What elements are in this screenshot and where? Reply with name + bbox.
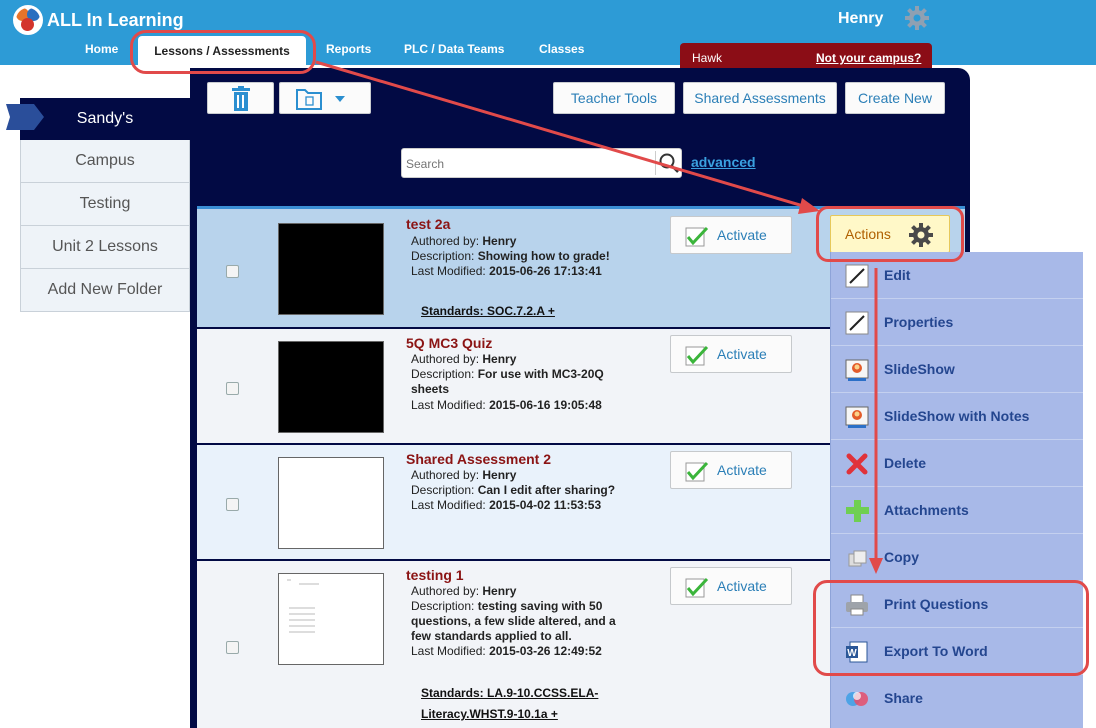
menu-delete[interactable]: Delete bbox=[831, 440, 1083, 487]
menu-label: Share bbox=[884, 690, 923, 706]
menu-label: Attachments bbox=[884, 502, 969, 518]
campus-name: Hawk bbox=[692, 51, 723, 65]
search-box bbox=[401, 148, 682, 179]
delete-trash-button[interactable] bbox=[207, 82, 274, 114]
activate-label: Activate bbox=[717, 346, 767, 362]
menu-slideshow[interactable]: SlideShow bbox=[831, 346, 1083, 393]
item-author: Authored by: Henry bbox=[411, 352, 517, 366]
folder-unit-2-lessons[interactable]: Unit 2 Lessons bbox=[20, 226, 190, 269]
menu-label: SlideShow with Notes bbox=[884, 408, 1030, 424]
item-description: Description: For use with MC3-20Q sheets bbox=[411, 367, 604, 396]
not-your-campus-link[interactable]: Not your campus? bbox=[816, 51, 921, 65]
item-title[interactable]: testing 1 bbox=[406, 567, 464, 583]
item-modified: Last Modified: 2015-06-16 19:05:48 bbox=[411, 398, 602, 412]
item-author: Authored by: Henry bbox=[411, 584, 517, 598]
activate-label: Activate bbox=[717, 462, 767, 478]
check-doc-icon bbox=[685, 461, 709, 482]
row-checkbox[interactable] bbox=[226, 641, 239, 654]
move-folder-dropdown[interactable] bbox=[279, 82, 371, 114]
highlight-lessons-tab bbox=[130, 30, 316, 74]
item-modified: Last Modified: 2015-03-26 12:49:52 bbox=[411, 644, 602, 658]
folder-label: Sandy's bbox=[76, 110, 134, 127]
row-checkbox[interactable] bbox=[226, 382, 239, 395]
slideshow-icon bbox=[845, 406, 869, 428]
search-input[interactable] bbox=[402, 149, 658, 179]
item-standards-link[interactable]: Standards: SOC.7.2.A + bbox=[421, 301, 555, 322]
settings-gear-icon[interactable] bbox=[903, 4, 931, 32]
check-doc-icon bbox=[685, 577, 709, 598]
item-author: Authored by: Henry bbox=[411, 468, 517, 482]
highlight-print-export bbox=[813, 580, 1089, 676]
activate-button[interactable]: Activate bbox=[670, 451, 792, 489]
trash-icon bbox=[231, 86, 250, 111]
menu-copy[interactable]: Copy bbox=[831, 534, 1083, 581]
nav-plc-data-teams[interactable]: PLC / Data Teams bbox=[404, 42, 504, 56]
item-title[interactable]: test 2a bbox=[406, 216, 450, 232]
activate-button[interactable]: Activate bbox=[670, 335, 792, 373]
assessment-thumbnail bbox=[278, 573, 384, 665]
assessment-thumbnail bbox=[278, 223, 384, 315]
slide-preview-icon bbox=[287, 579, 319, 633]
menu-label: Edit bbox=[884, 267, 911, 283]
create-new-button[interactable]: Create New bbox=[845, 82, 945, 114]
nav-classes[interactable]: Classes bbox=[539, 42, 584, 56]
green-plus-icon bbox=[846, 500, 869, 522]
copy-icon bbox=[848, 550, 867, 567]
add-new-folder[interactable]: Add New Folder bbox=[20, 269, 190, 312]
menu-label: Copy bbox=[884, 549, 919, 565]
highlight-actions-button bbox=[816, 206, 964, 262]
activate-label: Activate bbox=[717, 227, 767, 243]
menu-label: Properties bbox=[884, 314, 954, 330]
activate-button[interactable]: Activate bbox=[670, 567, 792, 605]
item-modified: Last Modified: 2015-04-02 11:53:53 bbox=[411, 498, 602, 512]
check-doc-icon bbox=[685, 226, 709, 247]
user-name[interactable]: Henry bbox=[838, 10, 883, 28]
pencil-icon bbox=[845, 311, 869, 335]
slideshow-icon bbox=[845, 359, 869, 381]
logo-icon bbox=[13, 5, 43, 35]
menu-share[interactable]: Share bbox=[831, 675, 1083, 722]
menu-properties[interactable]: Properties bbox=[831, 299, 1083, 346]
item-title[interactable]: 5Q MC3 Quiz bbox=[406, 335, 492, 351]
nav-home[interactable]: Home bbox=[85, 42, 118, 56]
menu-attachments[interactable]: Attachments bbox=[831, 487, 1083, 534]
share-icon bbox=[846, 692, 868, 706]
assessment-thumbnail bbox=[278, 341, 384, 433]
item-description: Description: Can I edit after sharing? bbox=[411, 483, 616, 497]
advanced-search-link[interactable]: advanced bbox=[691, 154, 756, 170]
check-doc-icon bbox=[685, 345, 709, 366]
app-title: ALL In Learning bbox=[47, 10, 184, 30]
item-description: Description: Showing how to grade! bbox=[411, 249, 610, 263]
shared-assessments-button[interactable]: Shared Assessments bbox=[683, 82, 837, 114]
menu-slideshow-with-notes[interactable]: SlideShow with Notes bbox=[831, 393, 1083, 440]
assessment-thumbnail bbox=[278, 457, 384, 549]
folder-testing[interactable]: Testing bbox=[20, 183, 190, 226]
item-description: Description: testing saving with 50 ques… bbox=[411, 599, 616, 643]
nav-reports[interactable]: Reports bbox=[326, 42, 371, 56]
folder-sandys[interactable]: Sandy's bbox=[20, 98, 190, 140]
folder-icon bbox=[296, 89, 345, 110]
activate-button[interactable]: Activate bbox=[670, 216, 792, 254]
teacher-tools-button[interactable]: Teacher Tools bbox=[553, 82, 675, 114]
active-folder-arrow-icon bbox=[6, 104, 44, 130]
row-checkbox[interactable] bbox=[226, 265, 239, 278]
item-title[interactable]: Shared Assessment 2 bbox=[406, 451, 551, 467]
item-modified: Last Modified: 2015-06-26 17:13:41 bbox=[411, 264, 602, 278]
item-standards-link[interactable]: Standards: LA.9-10.CCSS.ELA-Literacy.WHS… bbox=[421, 683, 651, 725]
activate-label: Activate bbox=[717, 578, 767, 594]
search-icon[interactable] bbox=[658, 152, 680, 174]
row-checkbox[interactable] bbox=[226, 498, 239, 511]
menu-label: SlideShow bbox=[884, 361, 955, 377]
menu-label: Delete bbox=[884, 455, 927, 471]
item-author: Authored by: Henry bbox=[411, 234, 517, 248]
pencil-icon bbox=[845, 264, 869, 288]
folder-campus[interactable]: Campus bbox=[20, 140, 190, 183]
red-x-icon bbox=[846, 453, 868, 475]
